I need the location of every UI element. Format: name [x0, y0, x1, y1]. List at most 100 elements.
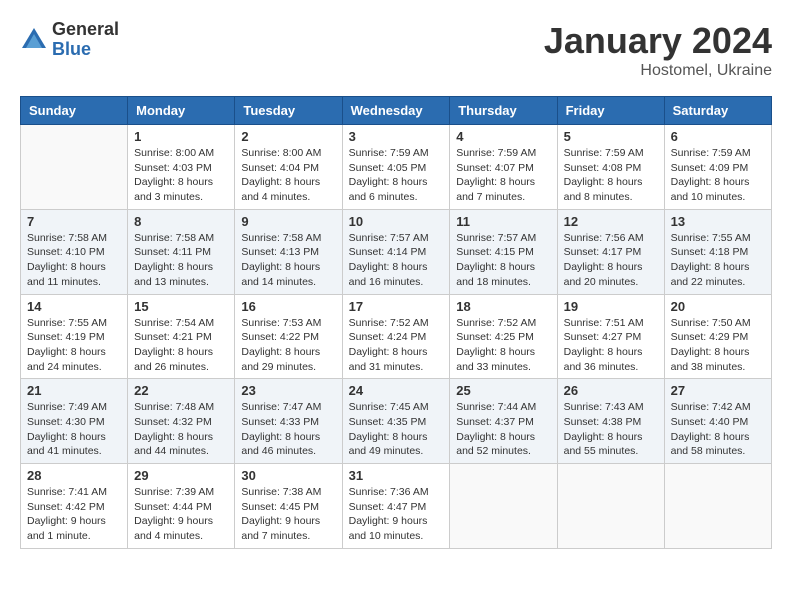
- day-number: 29: [134, 468, 228, 483]
- table-row: 3 Sunrise: 7:59 AMSunset: 4:05 PMDaylight…: [342, 125, 450, 210]
- day-info: Sunrise: 7:55 AMSunset: 4:18 PMDaylight:…: [671, 231, 765, 290]
- day-number: 3: [349, 129, 444, 144]
- day-number: 13: [671, 214, 765, 229]
- table-row: 26 Sunrise: 7:43 AMSunset: 4:38 PMDayligh…: [557, 379, 664, 464]
- day-number: 2: [241, 129, 335, 144]
- page-header: General Blue January 2024 Hostomel, Ukra…: [20, 20, 772, 80]
- logo-general-text: General: [52, 20, 119, 40]
- title-block: January 2024 Hostomel, Ukraine: [544, 20, 772, 80]
- day-number: 10: [349, 214, 444, 229]
- day-number: 31: [349, 468, 444, 483]
- table-row: 12 Sunrise: 7:56 AMSunset: 4:17 PMDayligh…: [557, 209, 664, 294]
- table-row: 15 Sunrise: 7:54 AMSunset: 4:21 PMDayligh…: [128, 294, 235, 379]
- day-number: 19: [564, 299, 658, 314]
- table-row: [557, 464, 664, 549]
- day-number: 26: [564, 383, 658, 398]
- table-row: 1 Sunrise: 8:00 AMSunset: 4:03 PMDaylight…: [128, 125, 235, 210]
- table-row: 6 Sunrise: 7:59 AMSunset: 4:09 PMDaylight…: [664, 125, 771, 210]
- day-number: 9: [241, 214, 335, 229]
- day-info: Sunrise: 7:58 AMSunset: 4:11 PMDaylight:…: [134, 231, 228, 290]
- day-number: 20: [671, 299, 765, 314]
- header-saturday: Saturday: [664, 97, 771, 125]
- day-number: 17: [349, 299, 444, 314]
- table-row: 23 Sunrise: 7:47 AMSunset: 4:33 PMDayligh…: [235, 379, 342, 464]
- day-info: Sunrise: 7:36 AMSunset: 4:47 PMDaylight:…: [349, 485, 444, 544]
- month-title: January 2024: [544, 20, 772, 62]
- table-row: 8 Sunrise: 7:58 AMSunset: 4:11 PMDaylight…: [128, 209, 235, 294]
- day-info: Sunrise: 7:47 AMSunset: 4:33 PMDaylight:…: [241, 400, 335, 459]
- header-sunday: Sunday: [21, 97, 128, 125]
- day-info: Sunrise: 7:52 AMSunset: 4:25 PMDaylight:…: [456, 316, 550, 375]
- table-row: 24 Sunrise: 7:45 AMSunset: 4:35 PMDayligh…: [342, 379, 450, 464]
- day-info: Sunrise: 7:41 AMSunset: 4:42 PMDaylight:…: [27, 485, 121, 544]
- day-number: 6: [671, 129, 765, 144]
- table-row: 19 Sunrise: 7:51 AMSunset: 4:27 PMDayligh…: [557, 294, 664, 379]
- day-info: Sunrise: 7:51 AMSunset: 4:27 PMDaylight:…: [564, 316, 658, 375]
- day-number: 23: [241, 383, 335, 398]
- day-info: Sunrise: 7:45 AMSunset: 4:35 PMDaylight:…: [349, 400, 444, 459]
- calendar-week-row: 1 Sunrise: 8:00 AMSunset: 4:03 PMDaylight…: [21, 125, 772, 210]
- table-row: 30Sunrise: 7:38 AMSunset: 4:45 PMDayligh…: [235, 464, 342, 549]
- day-number: 16: [241, 299, 335, 314]
- table-row: 29 Sunrise: 7:39 AMSunset: 4:44 PMDayligh…: [128, 464, 235, 549]
- day-info: Sunrise: 7:59 AMSunset: 4:08 PMDaylight:…: [564, 146, 658, 205]
- table-row: 27 Sunrise: 7:42 AMSunset: 4:40 PMDayligh…: [664, 379, 771, 464]
- day-number: 14: [27, 299, 121, 314]
- table-row: 4Sunrise: 7:59 AMSunset: 4:07 PMDaylight…: [450, 125, 557, 210]
- day-info: Sunrise: 7:50 AMSunset: 4:29 PMDaylight:…: [671, 316, 765, 375]
- table-row: 9 Sunrise: 7:58 AMSunset: 4:13 PMDaylight…: [235, 209, 342, 294]
- header-wednesday: Wednesday: [342, 97, 450, 125]
- day-info: Sunrise: 7:43 AMSunset: 4:38 PMDaylight:…: [564, 400, 658, 459]
- table-row: 14 Sunrise: 7:55 AMSunset: 4:19 PMDayligh…: [21, 294, 128, 379]
- day-info: Sunrise: 7:58 AMSunset: 4:10 PMDaylight:…: [27, 231, 121, 290]
- day-info: Sunrise: 7:59 AMSunset: 4:05 PMDaylight:…: [349, 146, 444, 205]
- day-number: 30: [241, 468, 335, 483]
- table-row: [21, 125, 128, 210]
- day-number: 8: [134, 214, 228, 229]
- table-row: 20 Sunrise: 7:50 AMSunset: 4:29 PMDayligh…: [664, 294, 771, 379]
- calendar-week-row: 14 Sunrise: 7:55 AMSunset: 4:19 PMDayligh…: [21, 294, 772, 379]
- calendar-week-row: 7 Sunrise: 7:58 AMSunset: 4:10 PMDaylight…: [21, 209, 772, 294]
- table-row: 17Sunrise: 7:52 AMSunset: 4:24 PMDayligh…: [342, 294, 450, 379]
- logo-icon: [20, 26, 48, 54]
- day-info: Sunrise: 8:00 AMSunset: 4:03 PMDaylight:…: [134, 146, 228, 205]
- table-row: 31 Sunrise: 7:36 AMSunset: 4:47 PMDayligh…: [342, 464, 450, 549]
- day-info: Sunrise: 7:55 AMSunset: 4:19 PMDaylight:…: [27, 316, 121, 375]
- day-info: Sunrise: 7:53 AMSunset: 4:22 PMDaylight:…: [241, 316, 335, 375]
- table-row: 18Sunrise: 7:52 AMSunset: 4:25 PMDayligh…: [450, 294, 557, 379]
- day-info: Sunrise: 7:48 AMSunset: 4:32 PMDaylight:…: [134, 400, 228, 459]
- day-info: Sunrise: 7:56 AMSunset: 4:17 PMDaylight:…: [564, 231, 658, 290]
- day-number: 15: [134, 299, 228, 314]
- logo-text: General Blue: [52, 20, 119, 60]
- table-row: 11Sunrise: 7:57 AMSunset: 4:15 PMDayligh…: [450, 209, 557, 294]
- table-row: 21Sunrise: 7:49 AMSunset: 4:30 PMDayligh…: [21, 379, 128, 464]
- day-info: Sunrise: 7:39 AMSunset: 4:44 PMDaylight:…: [134, 485, 228, 544]
- table-row: 22 Sunrise: 7:48 AMSunset: 4:32 PMDayligh…: [128, 379, 235, 464]
- day-number: 7: [27, 214, 121, 229]
- day-info: Sunrise: 7:58 AMSunset: 4:13 PMDaylight:…: [241, 231, 335, 290]
- calendar-week-row: 21Sunrise: 7:49 AMSunset: 4:30 PMDayligh…: [21, 379, 772, 464]
- day-number: 5: [564, 129, 658, 144]
- header-row: Sunday Monday Tuesday Wednesday Thursday…: [21, 97, 772, 125]
- day-number: 12: [564, 214, 658, 229]
- day-info: Sunrise: 7:57 AMSunset: 4:15 PMDaylight:…: [456, 231, 550, 290]
- day-number: 1: [134, 129, 228, 144]
- header-friday: Friday: [557, 97, 664, 125]
- logo-blue-text: Blue: [52, 40, 119, 60]
- day-info: Sunrise: 7:42 AMSunset: 4:40 PMDaylight:…: [671, 400, 765, 459]
- day-number: 25: [456, 383, 550, 398]
- calendar-table: Sunday Monday Tuesday Wednesday Thursday…: [20, 96, 772, 549]
- day-number: 28: [27, 468, 121, 483]
- logo: General Blue: [20, 20, 119, 60]
- table-row: 16 Sunrise: 7:53 AMSunset: 4:22 PMDayligh…: [235, 294, 342, 379]
- day-info: Sunrise: 7:59 AMSunset: 4:07 PMDaylight:…: [456, 146, 550, 205]
- day-info: Sunrise: 7:54 AMSunset: 4:21 PMDaylight:…: [134, 316, 228, 375]
- table-row: [450, 464, 557, 549]
- day-info: Sunrise: 7:59 AMSunset: 4:09 PMDaylight:…: [671, 146, 765, 205]
- table-row: 25Sunrise: 7:44 AMSunset: 4:37 PMDayligh…: [450, 379, 557, 464]
- day-number: 22: [134, 383, 228, 398]
- day-number: 27: [671, 383, 765, 398]
- table-row: 7 Sunrise: 7:58 AMSunset: 4:10 PMDaylight…: [21, 209, 128, 294]
- day-number: 24: [349, 383, 444, 398]
- table-row: 2Sunrise: 8:00 AMSunset: 4:04 PMDaylight…: [235, 125, 342, 210]
